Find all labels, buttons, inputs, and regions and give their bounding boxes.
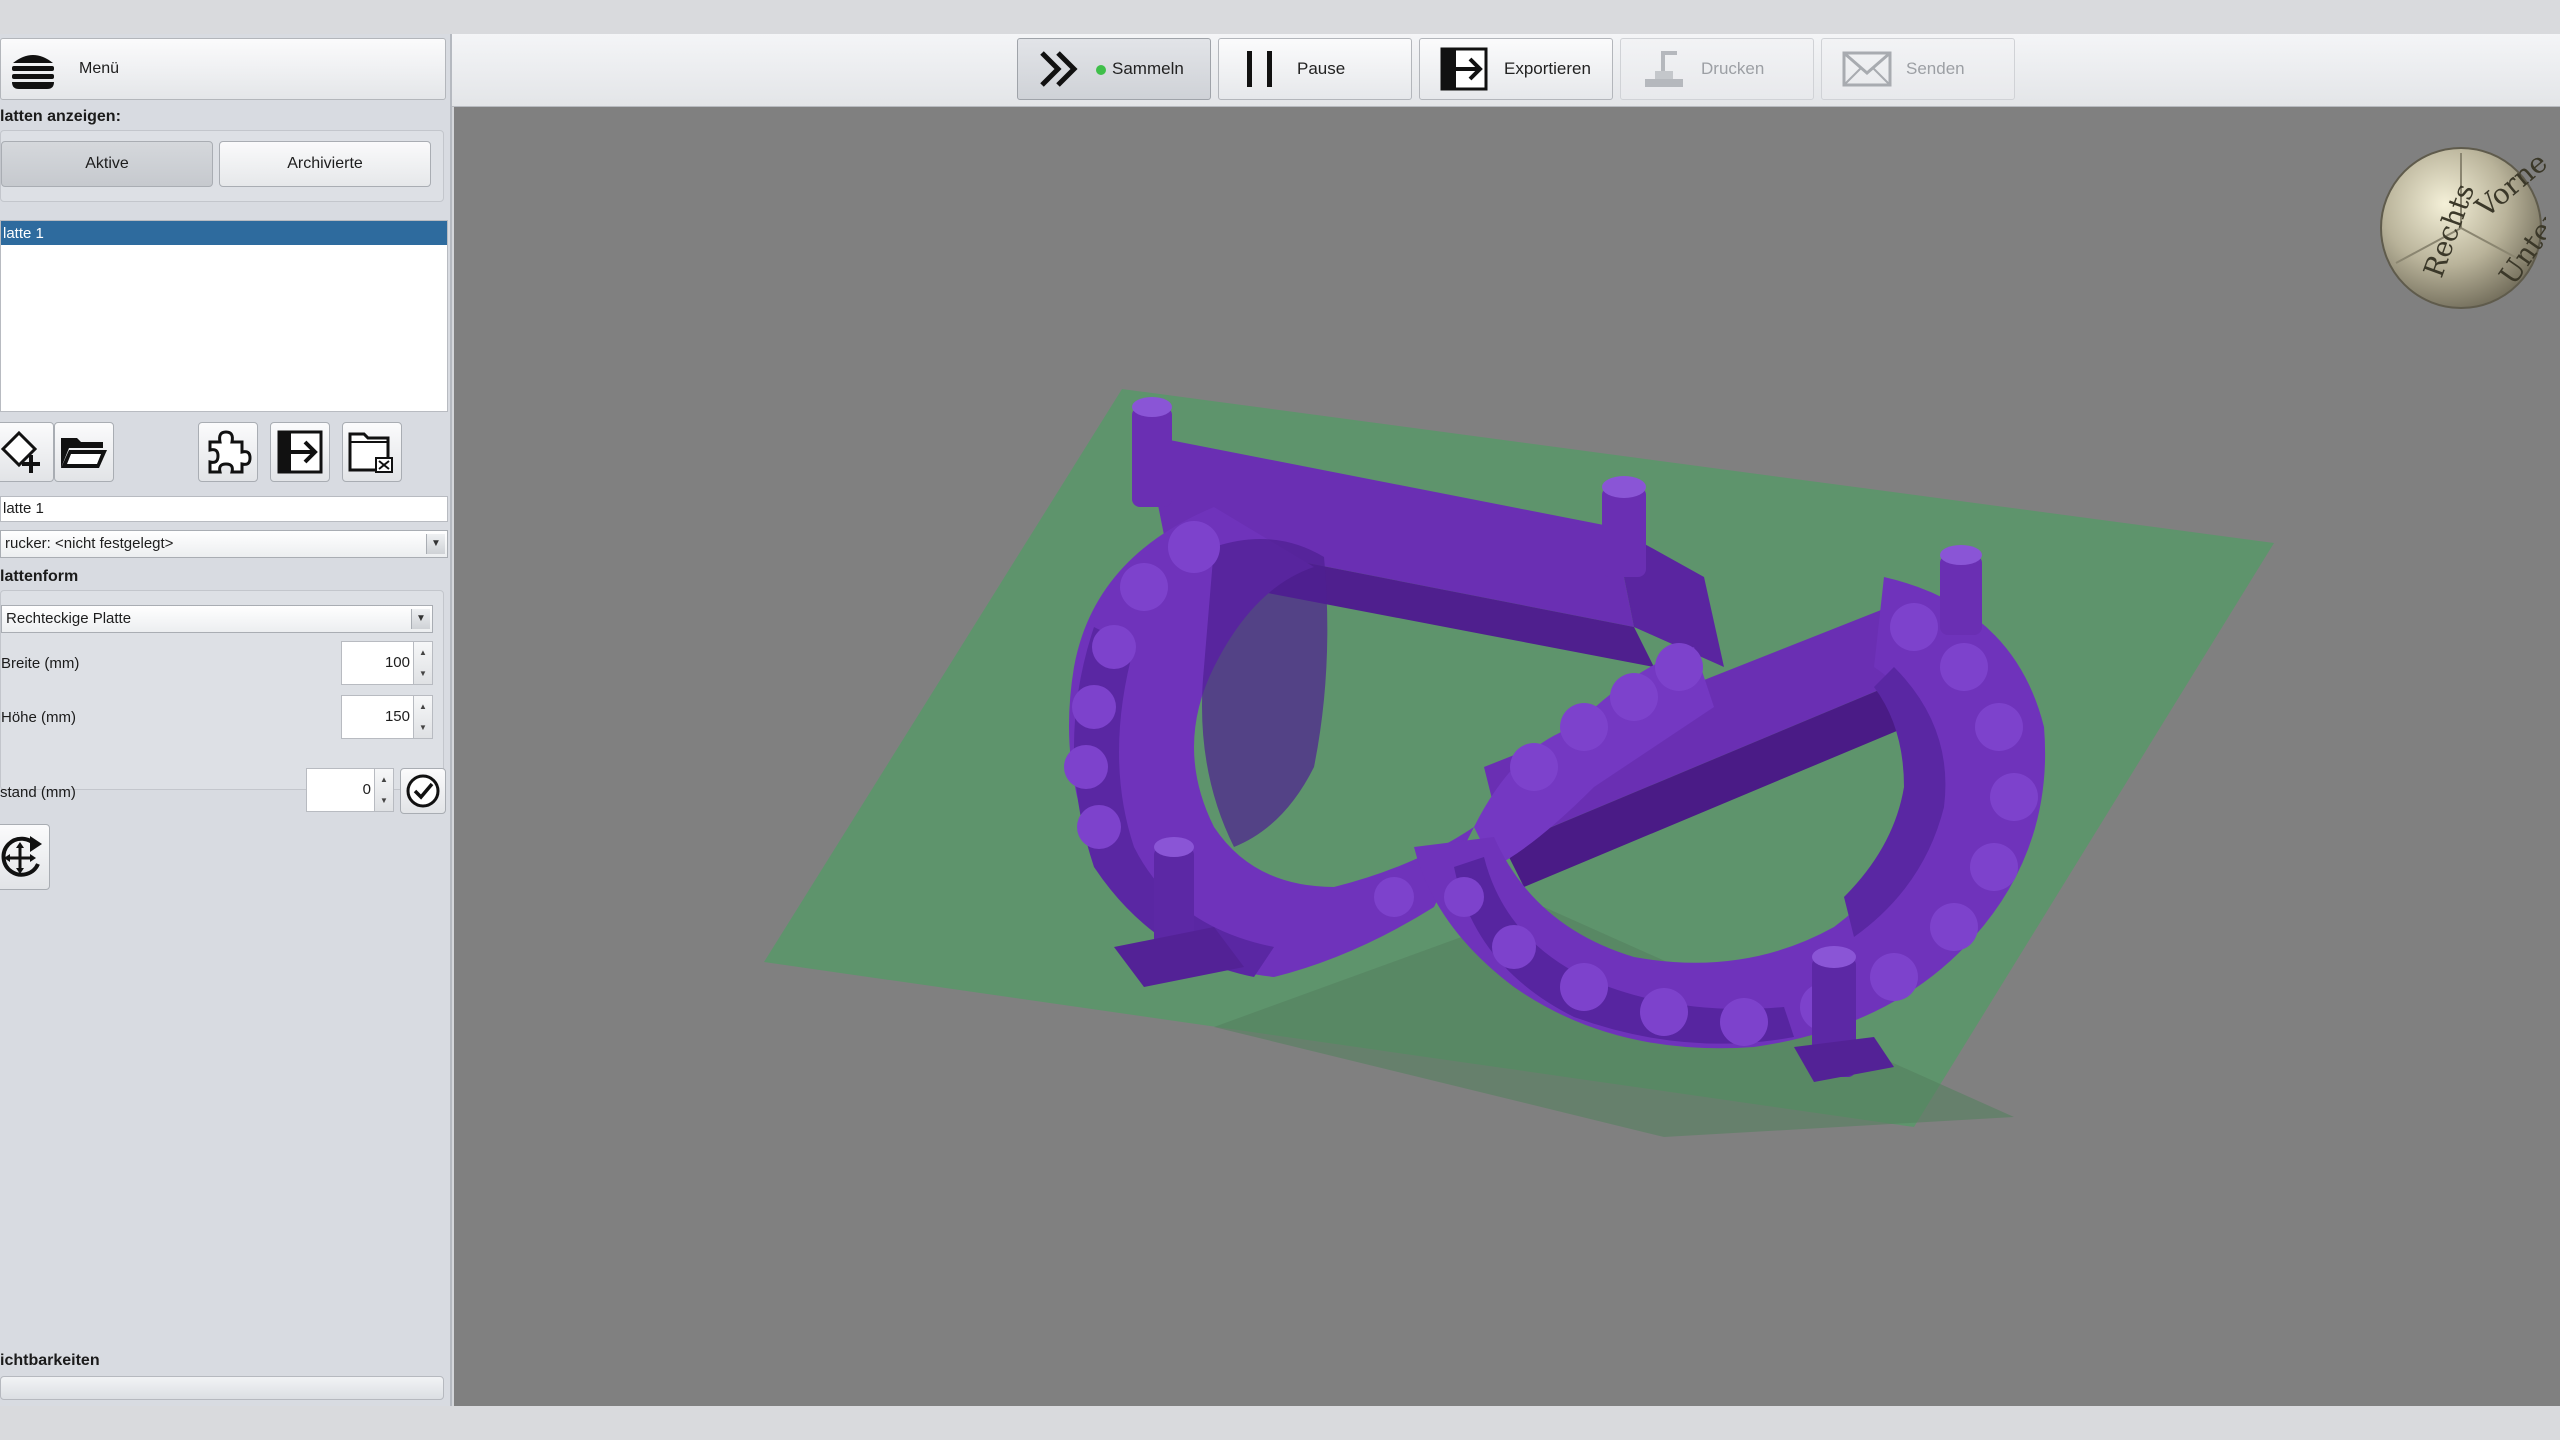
- list-item[interactable]: latte 1: [1, 221, 447, 245]
- plate-shape-select[interactable]: Rechteckige Platte ▼: [1, 605, 433, 633]
- plate-shape-value: Rechteckige Platte: [6, 610, 132, 627]
- add-model-icon: [1, 430, 40, 473]
- build-plate-scene: [764, 389, 2274, 1137]
- export-plate-button[interactable]: [270, 422, 330, 482]
- senden-label: Senden: [1906, 59, 1965, 78]
- drucken-label: Drucken: [1701, 59, 1765, 78]
- hamburger-menu-icon: [12, 55, 54, 89]
- senden-button[interactable]: Senden: [1821, 38, 2015, 100]
- width-spinbox[interactable]: 100 ▲ ▼: [341, 641, 433, 685]
- pause-button[interactable]: Pause: [1218, 38, 1412, 100]
- chevron-down-icon: ▼: [426, 534, 445, 554]
- printer-icon: [1645, 51, 1683, 87]
- apply-spacing-button[interactable]: [400, 768, 446, 814]
- status-dot: [1096, 64, 1106, 75]
- drucken-button[interactable]: Drucken: [1620, 38, 1814, 100]
- folder-archive-icon: [348, 432, 393, 473]
- exportieren-label: Exportieren: [1504, 59, 1591, 78]
- sammeln-label: Sammeln: [1112, 59, 1184, 78]
- filter-archived-button[interactable]: Archivierte: [219, 141, 431, 187]
- height-spinbox[interactable]: 150 ▲ ▼: [341, 695, 433, 739]
- plate-filter-group: Aktive Archivierte: [0, 130, 444, 202]
- folder-open-icon: [61, 438, 107, 468]
- filter-active-button[interactable]: Aktive: [1, 141, 213, 187]
- window-top-frame: [0, 0, 2560, 34]
- menu-label: Menü: [79, 60, 120, 77]
- spin-arrows-icon[interactable]: ▲ ▼: [413, 642, 432, 684]
- menu-button[interactable]: Menü: [0, 38, 446, 100]
- open-folder-button[interactable]: [54, 422, 114, 482]
- sammeln-button[interactable]: Sammeln: [1017, 38, 1211, 100]
- checkmark-circle-icon: [406, 774, 440, 808]
- plate-shape-group: Rechteckige Platte ▼ Breite (mm) 100 ▲ ▼ …: [0, 590, 444, 790]
- add-model-button[interactable]: [0, 422, 54, 482]
- pause-icon: [1247, 51, 1272, 87]
- spacing-value: 0: [362, 781, 371, 798]
- window-bottom-frame: [0, 1406, 2560, 1440]
- spacing-label: stand (mm): [0, 784, 76, 801]
- spin-arrows-icon[interactable]: ▲ ▼: [374, 769, 393, 811]
- export-icon: [1440, 47, 1488, 91]
- plate-name-input[interactable]: latte 1: [0, 496, 448, 522]
- height-value: 150: [384, 708, 410, 725]
- chevron-down-icon: ▼: [411, 609, 430, 629]
- puzzle-icon: [208, 430, 252, 474]
- spacing-spinbox[interactable]: 0 ▲ ▼: [306, 768, 394, 812]
- envelope-icon: [1842, 51, 1892, 87]
- spin-arrows-icon[interactable]: ▲ ▼: [413, 696, 432, 738]
- show-plates-label: latten anzeigen:: [0, 108, 121, 125]
- plate-shape-label: lattenform: [0, 568, 79, 585]
- printer-select[interactable]: rucker: <nicht festgelegt> ▼: [0, 530, 448, 558]
- rotate-arrange-icon: [1, 836, 42, 877]
- fast-forward-icon: [1040, 51, 1078, 87]
- height-label: Höhe (mm): [1, 709, 77, 726]
- width-value: 100: [384, 654, 410, 671]
- printer-select-value: rucker: <nicht festgelegt>: [5, 535, 174, 552]
- plate-list: latte 1: [0, 220, 448, 412]
- navigation-cube-icon[interactable]: Vorne Rechts Unten: [2376, 143, 2546, 313]
- auto-arrange-button[interactable]: [0, 824, 50, 890]
- visibility-panel-header[interactable]: [0, 1376, 444, 1400]
- exportieren-button[interactable]: Exportieren: [1419, 38, 1613, 100]
- 3d-viewport[interactable]: Vorne Rechts Unten: [454, 107, 2560, 1406]
- export-icon: [277, 430, 323, 474]
- pause-label: Pause: [1297, 59, 1346, 78]
- visibility-label: ichtbarkeiten: [0, 1352, 100, 1369]
- archive-plate-button[interactable]: [342, 422, 402, 482]
- plugin-button[interactable]: [198, 422, 258, 482]
- left-panel: Menü latten anzeigen: Aktive Archivierte…: [0, 34, 452, 1406]
- width-label: Breite (mm): [1, 655, 80, 672]
